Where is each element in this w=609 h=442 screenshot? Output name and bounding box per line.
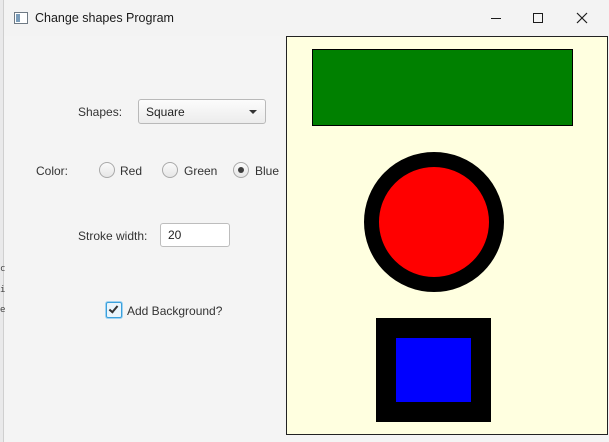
color-radio-green-label[interactable]: Green (184, 164, 217, 178)
stroke-width-label: Stroke width: (78, 229, 148, 243)
stroke-width-input[interactable] (161, 224, 229, 246)
color-label: Color: (36, 164, 69, 178)
shapes-dropdown-value: Square (146, 105, 185, 119)
color-radio-green[interactable] (162, 162, 178, 178)
window-title: Change shapes Program (35, 11, 174, 25)
app-window: Change shapes Program Shapes: Square Col… (3, 0, 609, 442)
checkmark-icon (108, 303, 119, 314)
maximize-icon (533, 13, 543, 23)
add-background-label[interactable]: Add Background? (127, 304, 222, 318)
close-button[interactable] (559, 0, 605, 36)
add-background-checkbox[interactable] (106, 302, 122, 318)
background-window-text: e (0, 305, 6, 315)
shapes-label: Shapes: (78, 105, 123, 119)
close-icon (576, 12, 588, 24)
green-rectangle (312, 49, 573, 126)
color-radio-red-label[interactable]: Red (120, 164, 142, 178)
title-bar: Change shapes Program (4, 0, 609, 36)
shapes-dropdown[interactable]: Square (138, 99, 266, 124)
color-radio-blue-label[interactable]: Blue (255, 164, 279, 178)
minimize-button[interactable] (473, 0, 519, 36)
minimize-icon (491, 17, 501, 19)
app-window-icon (14, 12, 28, 24)
maximize-button[interactable] (515, 0, 561, 36)
red-circle (364, 152, 504, 292)
blue-square (376, 318, 491, 422)
color-radio-red[interactable] (99, 162, 115, 178)
color-radio-blue[interactable] (233, 162, 249, 178)
chevron-down-icon (249, 110, 257, 114)
background-window-text: i (0, 285, 6, 295)
background-window-text: c (0, 264, 6, 274)
stroke-width-field-box (160, 223, 230, 247)
drawing-canvas (286, 36, 608, 435)
